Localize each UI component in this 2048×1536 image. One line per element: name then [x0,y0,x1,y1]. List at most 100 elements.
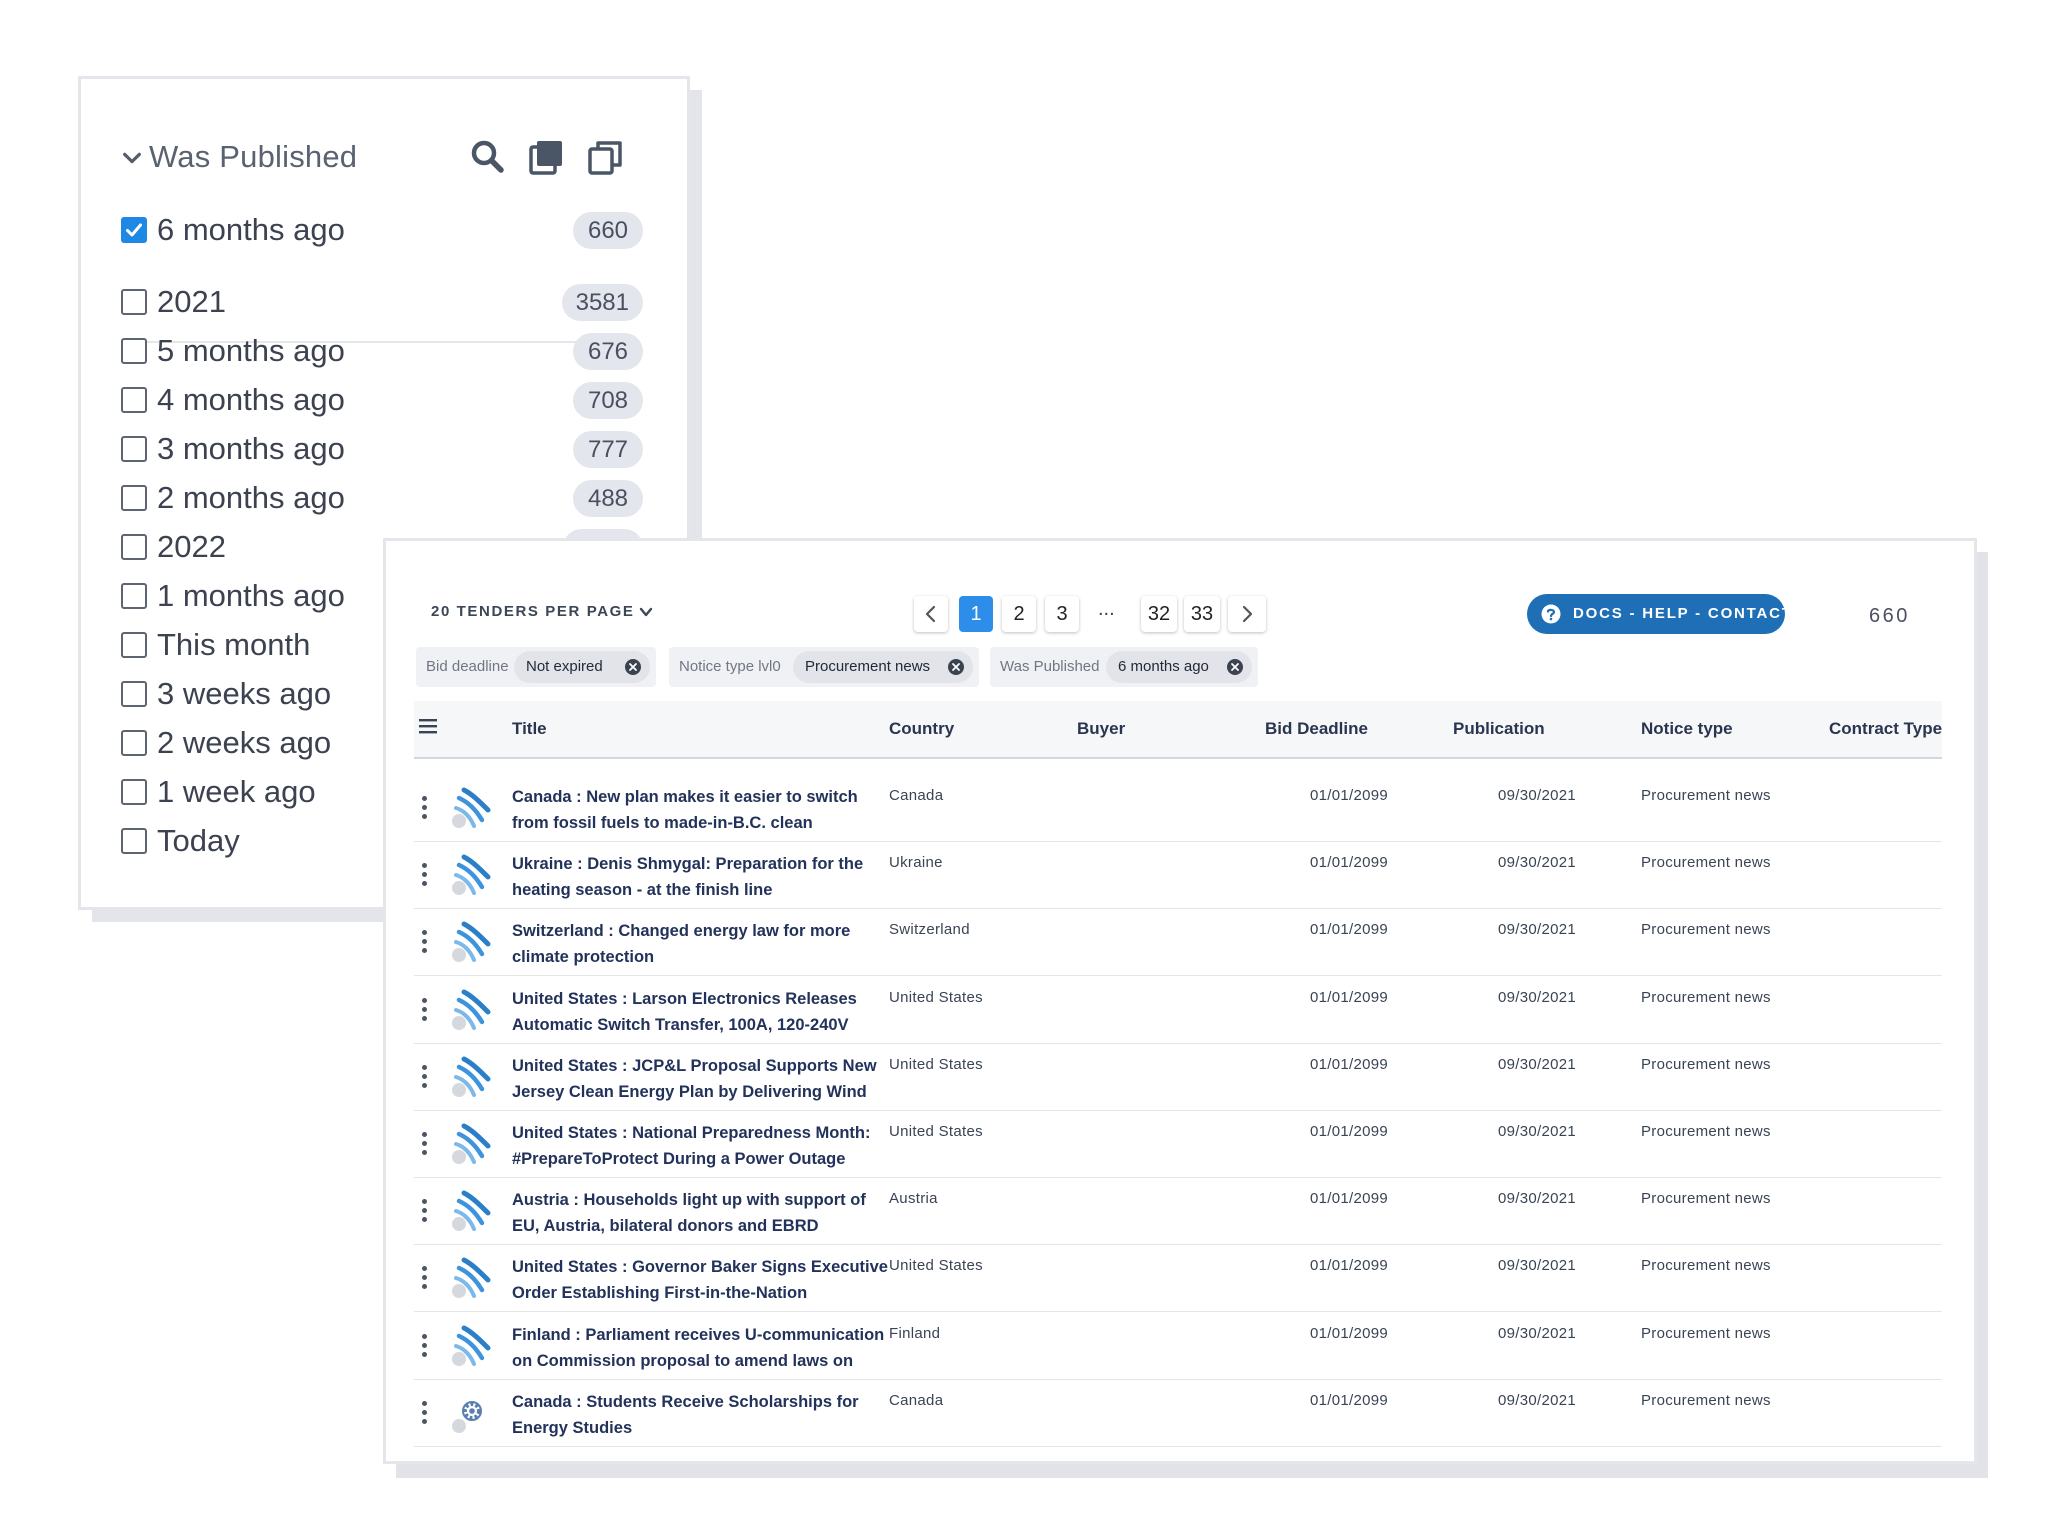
close-circle-icon[interactable] [1226,658,1244,676]
source-avatar [450,786,494,830]
facet-option[interactable]: 3 months ago 777 [121,426,643,470]
row-actions-icon[interactable] [422,1064,428,1089]
checkbox[interactable] [121,828,147,854]
help-icon [1541,604,1561,624]
tender-title-link[interactable]: Ukraine : Denis Shmygal: Preparation for… [512,851,892,903]
table-row[interactable]: Ukraine : Denis Shmygal: Preparation for… [414,843,1942,910]
facet-title[interactable]: Was Published [149,139,357,175]
row-actions-icon[interactable] [422,1400,428,1425]
filled-copy-icon[interactable] [527,137,567,177]
bid-deadline-cell: 01/01/2099 [1310,988,1389,1006]
next-page-button[interactable] [1228,596,1266,632]
status-dot [452,1015,466,1030]
checkbox[interactable] [121,485,147,511]
column-header-buyer[interactable]: Buyer [1077,719,1125,739]
per-page-dropdown[interactable]: 20 TENDERS PER PAGE [431,603,653,620]
facet-option-label: 4 months ago [157,382,345,417]
prev-page-button[interactable] [914,596,948,632]
source-avatar [450,1189,494,1233]
tender-title-link[interactable]: Canada : Students Receive Scholarships f… [512,1389,892,1441]
checkbox[interactable] [121,779,147,805]
menu-icon[interactable] [418,717,438,735]
facet-option-label: 2021 [157,284,226,319]
checkbox[interactable] [121,730,147,756]
facet-option[interactable]: 2 months ago 488 [121,475,643,519]
source-avatar [450,1256,494,1300]
filter-value: 6 months ago [1118,658,1209,675]
country-cell: Finland [889,1324,941,1342]
tender-title-line: from fossil fuels to made-in-B.C. clean [512,814,813,832]
row-actions-icon[interactable] [422,1199,428,1223]
tender-title-link[interactable]: United States : National Preparedness Mo… [512,1120,892,1172]
checkbox[interactable] [121,387,147,413]
column-header-contract-type[interactable]: Contract Type [1829,719,1942,739]
tender-title-link[interactable]: Switzerland : Changed energy law for mor… [512,918,892,970]
close-circle-icon[interactable] [947,658,965,676]
search-icon[interactable] [468,137,508,177]
checkbox[interactable] [121,289,147,315]
facet-option[interactable]: 4 months ago 708 [121,377,643,421]
checkbox-checked[interactable] [121,217,147,243]
notice-type-cell: Procurement news [1641,921,1771,939]
docs-help-contact-button[interactable]: DOCS - HELP - CONTACT [1527,594,1791,634]
bid-deadline-cell: 01/01/2099 [1310,1190,1389,1208]
facet-option[interactable]: 2021 3581 [121,279,643,323]
table-row[interactable]: Canada : Students Receive Scholarships f… [414,1381,1942,1447]
facet-option-label: 3 weeks ago [157,676,332,711]
source-avatar [450,1122,494,1166]
checkbox[interactable] [121,338,147,364]
checkbox[interactable] [121,632,147,658]
filter-chip[interactable]: Not expired [514,651,650,683]
table-row[interactable]: Finland : Parliament receives U-communic… [414,1314,1942,1380]
table-row[interactable]: Switzerland : Changed energy law for mor… [414,910,1942,977]
source-avatar [450,1324,494,1368]
column-header-country[interactable]: Country [889,719,954,739]
source-avatar [450,1391,494,1435]
tender-title-link[interactable]: Canada : New plan makes it easier to swi… [512,784,892,836]
page-button[interactable]: 32 [1141,596,1177,632]
page-button[interactable]: 3 [1045,596,1079,632]
row-actions-icon[interactable] [422,1266,428,1290]
filter-chip[interactable]: 6 months ago [1106,651,1252,683]
filter-chip[interactable]: Procurement news [793,651,973,683]
publication-cell: 09/30/2021 [1498,1391,1577,1409]
facet-option-label: 3 months ago [157,431,345,466]
column-header-bid-deadline[interactable]: Bid Deadline [1265,719,1368,739]
table-row[interactable]: United States : National Preparedness Mo… [414,1112,1942,1178]
checkbox[interactable] [121,534,147,560]
outline-copy-icon[interactable] [586,137,626,177]
table-row[interactable]: United States : Larson Electronics Relea… [414,978,1942,1044]
tender-title-link[interactable]: Austria : Households light up with suppo… [512,1187,892,1239]
tender-title-link[interactable]: United States : Larson Electronics Relea… [512,986,892,1038]
checkbox[interactable] [121,583,147,609]
table-row[interactable]: United States : JCP&L Proposal Supports … [414,1045,1942,1111]
bid-deadline-cell: 01/01/2099 [1310,921,1389,939]
table-row[interactable]: Austria : Households light up with suppo… [414,1179,1942,1246]
column-header-publication[interactable]: Publication [1453,719,1545,739]
row-actions-icon[interactable] [422,930,428,954]
row-actions-icon[interactable] [422,1333,428,1358]
facet-option-label: 2 months ago [157,480,345,515]
chevron-down-icon[interactable] [121,147,143,169]
row-actions-icon[interactable] [422,1132,428,1156]
row-actions-icon[interactable] [422,863,428,887]
page-button[interactable]: 2 [1002,596,1036,632]
table-row[interactable]: Canada : New plan makes it easier to swi… [414,776,1942,842]
tender-title-link[interactable]: United States : Governor Baker Signs Exe… [512,1254,892,1306]
page-button[interactable]: 1 [959,596,993,632]
page-button[interactable]: 33 [1184,596,1220,632]
tender-title-link[interactable]: United States : JCP&L Proposal Supports … [512,1053,892,1105]
column-header-title[interactable]: Title [512,719,547,739]
status-dot [452,1082,466,1097]
checkbox[interactable] [121,436,147,462]
close-circle-icon[interactable] [624,658,642,676]
row-actions-icon[interactable] [422,997,428,1022]
tender-title-link[interactable]: Finland : Parliament receives U-communic… [512,1322,892,1374]
row-actions-icon[interactable] [422,796,428,820]
checkbox[interactable] [121,681,147,707]
bid-deadline-cell: 01/01/2099 [1310,1257,1389,1275]
column-header-notice-type[interactable]: Notice type [1641,719,1733,739]
facet-option-selected[interactable]: 6 months ago 660 [121,207,643,251]
facet-option[interactable]: 5 months ago 676 [121,328,643,372]
table-row[interactable]: United States : Governor Baker Signs Exe… [414,1246,1942,1313]
